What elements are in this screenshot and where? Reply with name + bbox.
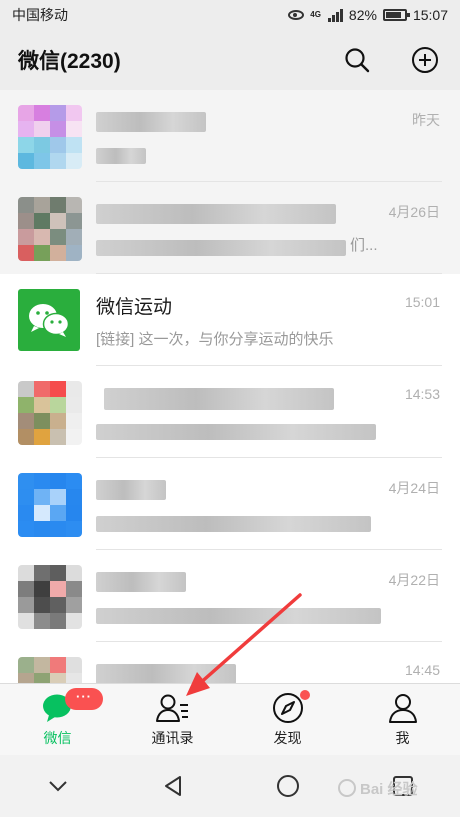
bottom-tab-bar: ··· 微信 通讯录 发现 我 [0, 683, 460, 755]
tab-label: 微信 [43, 730, 72, 746]
battery-percent: 82% [348, 7, 377, 23]
contacts-icon [155, 691, 190, 725]
add-button[interactable] [408, 43, 442, 77]
avatar [18, 289, 82, 353]
new-dot-badge [299, 690, 310, 700]
chat-time: 14:53 [404, 386, 440, 402]
collapse-button[interactable] [0, 780, 115, 792]
tab-label: 通讯录 [151, 730, 194, 746]
carrier-name: 中国移动 [12, 7, 68, 23]
app-header: 微信(2230) [0, 30, 460, 90]
plus-circle-icon [412, 47, 438, 73]
wechat-sports-icon [29, 304, 70, 337]
tab-me[interactable]: 我 [345, 684, 460, 755]
chat-item[interactable]: 4月26日 们... [0, 182, 460, 274]
battery-icon [382, 9, 410, 21]
chat-time: 4月24日 [388, 480, 440, 496]
watermark: Bai 经验 [338, 768, 458, 808]
watermark-text: Bai 经验 [360, 780, 418, 798]
chat-item[interactable]: 昨天 [0, 90, 460, 182]
search-button[interactable] [340, 43, 374, 77]
tab-contacts[interactable]: 通讯录 [115, 684, 230, 755]
chat-time: 4月22日 [388, 572, 440, 588]
person-icon [386, 691, 420, 725]
tab-label: 发现 [273, 730, 302, 746]
blurred-preview [96, 424, 376, 440]
blurred-preview [96, 516, 371, 532]
avatar [18, 473, 82, 537]
status-indicators: 4G 82% 15:07 [288, 7, 448, 23]
chat-item[interactable]: 4月24日 [0, 458, 460, 550]
back-button[interactable] [115, 775, 230, 797]
chat-list[interactable]: 昨天 4月26日 们... 微信运动 15:01 [链接] 这一次，与你分享运动… [0, 90, 460, 683]
back-triangle-icon [164, 776, 181, 796]
unread-badge: ··· [65, 688, 103, 710]
compass-icon [271, 690, 310, 725]
tab-label: 我 [395, 730, 410, 746]
blurred-name [96, 572, 186, 592]
avatar [18, 565, 82, 629]
tab-chats[interactable]: ··· 微信 [0, 684, 115, 755]
chat-time: 15:01 [404, 294, 440, 310]
avatar [18, 381, 82, 445]
signal-icon [327, 8, 343, 22]
chat-time: 4月26日 [388, 204, 440, 220]
chat-item[interactable]: 14:53 [0, 366, 460, 458]
chevron-down-icon [48, 781, 67, 792]
tab-discover[interactable]: 发现 [230, 684, 345, 755]
chat-preview-tail: 们... [350, 237, 378, 254]
blurred-name [96, 112, 206, 132]
status-bar: 中国移动 4G 82% 15:07 [0, 0, 460, 30]
blurred-preview [96, 240, 346, 256]
chat-item-wechat-sports[interactable]: 微信运动 15:01 [链接] 这一次，与你分享运动的快乐 [0, 274, 460, 366]
chat-item[interactable]: 14:45 [0, 642, 460, 683]
eye-comfort-icon [288, 10, 305, 20]
blurred-preview [96, 608, 381, 624]
clock: 15:07 [412, 7, 448, 23]
chat-name: 微信运动 [96, 297, 173, 318]
home-circle-icon [276, 775, 299, 797]
network-type: 4G [310, 10, 321, 19]
chat-time: 昨天 [412, 112, 440, 128]
chat-time: 14:45 [404, 662, 440, 678]
home-button[interactable] [230, 774, 345, 798]
avatar [18, 105, 82, 169]
avatar [18, 197, 82, 261]
chat-item[interactable]: 4月22日 [0, 550, 460, 642]
blurred-name [96, 664, 236, 683]
avatar [18, 657, 82, 683]
blurred-name [96, 480, 166, 500]
blurred-name [96, 204, 336, 224]
paw-logo-icon [338, 779, 356, 797]
page-title: 微信(2230) [18, 50, 121, 73]
blurred-name [104, 388, 334, 410]
search-icon [345, 48, 370, 73]
chat-preview: [链接] 这一次，与你分享运动的快乐 [96, 331, 334, 348]
blurred-preview [96, 148, 146, 164]
